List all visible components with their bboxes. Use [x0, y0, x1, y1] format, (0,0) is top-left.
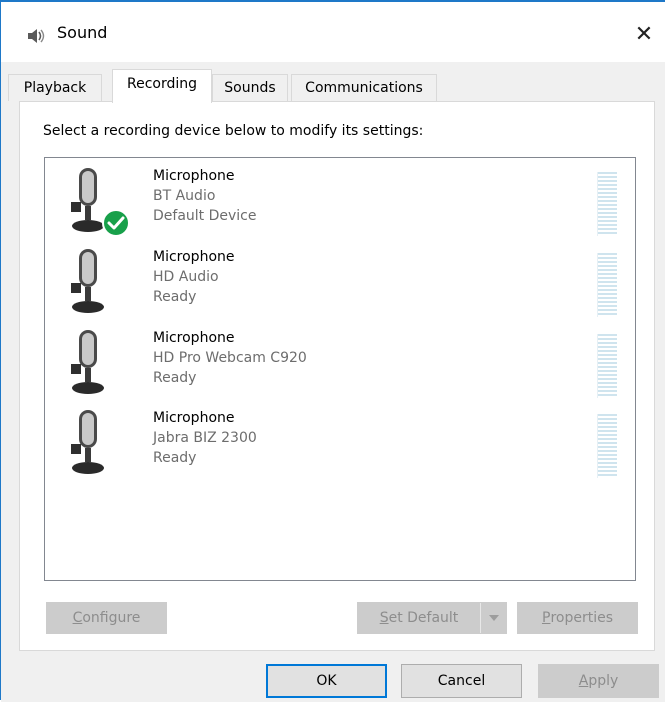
- cancel-button[interactable]: Cancel: [401, 664, 522, 698]
- set-default-label: et Default: [388, 610, 459, 626]
- device-name: Microphone: [153, 330, 235, 346]
- microphone-icon: [71, 410, 104, 474]
- apply-label: pply: [588, 673, 619, 689]
- set-default-accel: S: [379, 610, 389, 626]
- configure-label: onfigure: [82, 610, 141, 626]
- level-meter: [597, 172, 617, 236]
- set-default-button[interactable]: Set Default: [357, 602, 507, 634]
- close-button[interactable]: ✕: [623, 16, 665, 52]
- recording-panel: Select a recording device below to modif…: [19, 101, 655, 651]
- close-icon: ✕: [634, 21, 654, 47]
- device-status: Ready: [153, 450, 197, 466]
- level-meter: [597, 334, 617, 398]
- tab-label: Playback: [23, 80, 87, 96]
- recording-device-list[interactable]: Microphone BT Audio Default Device Micro…: [44, 157, 636, 581]
- configure-accel: C: [72, 610, 83, 626]
- title-bar[interactable]: Sound ✕: [1, 2, 665, 62]
- tab-recording[interactable]: Recording: [112, 69, 212, 103]
- device-status: Ready: [153, 370, 197, 386]
- properties-label: roperties: [550, 610, 613, 626]
- speaker-icon: [28, 29, 45, 43]
- set-default-dropdown[interactable]: [480, 603, 506, 633]
- device-driver: HD Pro Webcam C920: [153, 350, 307, 366]
- tab-strip: Playback Recording Sounds Communications: [1, 62, 665, 103]
- device-item-webcam-c920[interactable]: Microphone HD Pro Webcam C920 Ready: [45, 320, 635, 400]
- sound-dialog: Sound ✕ Playback Recording Sounds Commun…: [0, 0, 665, 702]
- configure-button[interactable]: Configure: [46, 602, 167, 634]
- tab-communications[interactable]: Communications: [291, 74, 437, 101]
- device-name: Microphone: [153, 410, 235, 426]
- device-status: Ready: [153, 289, 197, 305]
- properties-button[interactable]: Properties: [517, 602, 638, 634]
- cancel-label: Cancel: [437, 673, 486, 689]
- device-item-bt-audio[interactable]: Microphone BT Audio Default Device: [45, 158, 635, 238]
- tab-playback[interactable]: Playback: [8, 74, 102, 101]
- device-item-jabra-biz-2300[interactable]: Microphone Jabra BIZ 2300 Ready: [45, 400, 635, 480]
- dialog-footer: OK Cancel Apply: [1, 651, 665, 702]
- tab-sounds[interactable]: Sounds: [212, 74, 288, 101]
- green-check-icon: [102, 209, 130, 237]
- device-status: Default Device: [153, 208, 257, 224]
- apply-button[interactable]: Apply: [538, 664, 659, 698]
- microphone-icon: [71, 249, 104, 313]
- instruction-text: Select a recording device below to modif…: [43, 123, 424, 139]
- device-driver: BT Audio: [153, 188, 216, 204]
- device-item-hd-audio[interactable]: Microphone HD Audio Ready: [45, 239, 635, 319]
- device-driver: Jabra BIZ 2300: [153, 430, 257, 446]
- level-meter: [597, 414, 617, 478]
- ok-label: OK: [316, 673, 337, 689]
- level-meter: [597, 253, 617, 317]
- device-driver: HD Audio: [153, 269, 219, 285]
- device-name: Microphone: [153, 249, 235, 265]
- tab-label: Sounds: [224, 80, 276, 96]
- chevron-down-icon: [488, 615, 499, 621]
- properties-accel: P: [541, 610, 551, 626]
- ok-button[interactable]: OK: [266, 664, 387, 698]
- tab-label: Communications: [305, 80, 423, 96]
- window-title: Sound: [57, 23, 108, 42]
- device-name: Microphone: [153, 168, 235, 184]
- microphone-icon: [71, 330, 104, 394]
- tab-label: Recording: [126, 76, 198, 92]
- apply-accel: A: [578, 673, 589, 689]
